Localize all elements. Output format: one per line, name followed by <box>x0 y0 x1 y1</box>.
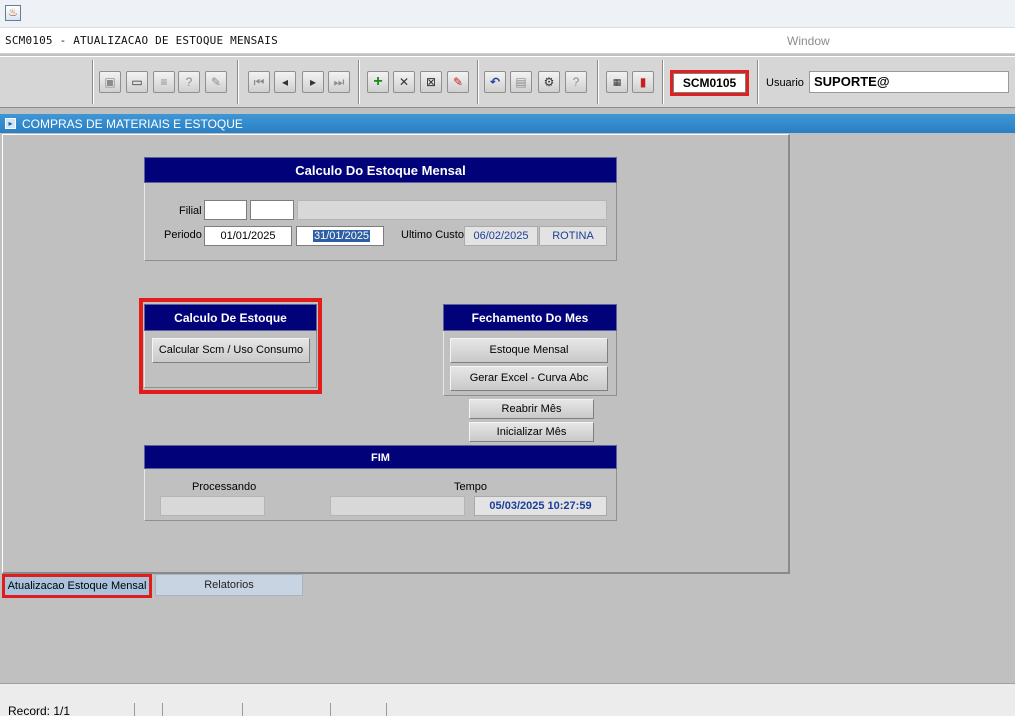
clipboard-icon[interactable]: ▤ <box>510 71 532 93</box>
menu-icon[interactable]: ▦ <box>606 71 628 93</box>
gerar-excel-curva-abc-button[interactable]: Gerar Excel - Curva Abc <box>450 366 608 391</box>
query-edit-icon[interactable]: ✎ <box>205 71 227 93</box>
last-record-icon[interactable]: ⏭ <box>328 71 350 93</box>
filial-field-2[interactable] <box>250 200 294 220</box>
delete-record-icon[interactable]: ✕ <box>393 71 415 93</box>
reabrir-mes-button[interactable]: Reabrir Mês <box>469 399 594 419</box>
periodo-fim-selected-text: 31/01/2025 <box>313 230 371 242</box>
processando-label: Processando <box>192 481 257 493</box>
tempo-field <box>330 496 465 516</box>
toolbar-separator <box>477 60 479 104</box>
status-record: Record: 1/1 <box>8 704 71 716</box>
status-separator <box>242 703 243 716</box>
status-separator <box>386 703 387 716</box>
exit-icon[interactable]: ▮ <box>632 71 654 93</box>
save-icon[interactable]: ▣ <box>99 71 121 93</box>
toolbar-separator <box>92 60 94 104</box>
filial-field-1[interactable] <box>204 200 247 220</box>
app-strip <box>0 0 1015 28</box>
filial-label: Filial <box>179 205 202 217</box>
tab-atualizacao-estoque-mensal[interactable]: Atualizacao Estoque Mensal <box>2 574 152 598</box>
fechamento-do-mes-title: Fechamento Do Mes <box>443 304 617 331</box>
module-title: COMPRAS DE MATERIAIS E ESTOQUE <box>22 117 243 131</box>
calculo-de-estoque-title: Calculo De Estoque <box>144 304 317 331</box>
module-icon: ▸ <box>5 118 16 129</box>
toolbar-separator <box>237 60 239 104</box>
calc-estoque-mensal-title: Calculo Do Estoque Mensal <box>144 157 617 183</box>
first-record-icon[interactable]: ⏮ <box>248 71 270 93</box>
prev-record-icon[interactable]: ◂ <box>274 71 296 93</box>
processando-field <box>160 496 265 516</box>
clear-icon[interactable]: ⊠ <box>420 71 442 93</box>
rotina-field: ROTINA <box>539 226 607 246</box>
periodo-label: Periodo <box>164 229 202 241</box>
status-bar <box>0 683 1015 716</box>
inicializar-mes-button[interactable]: Inicializar Mês <box>469 422 594 442</box>
edit-icon[interactable]: ✎ <box>447 71 469 93</box>
ultimo-custo-label: Ultimo Custo <box>401 229 464 241</box>
window-title: SCM0105 - ATUALIZACAO DE ESTOQUE MENSAIS <box>5 34 278 47</box>
timestamp-field: 05/03/2025 10:27:59 <box>474 496 607 516</box>
periodo-fim-field[interactable]: 31/01/2025 <box>296 226 384 246</box>
status-separator <box>330 703 331 716</box>
status-separator <box>134 703 135 716</box>
estoque-mensal-button[interactable]: Estoque Mensal <box>450 338 608 363</box>
next-record-icon[interactable]: ▸ <box>302 71 324 93</box>
filial-description-field <box>297 200 607 220</box>
calcular-scm-uso-consumo-button[interactable]: Calcular Scm / Uso Consumo <box>152 338 310 363</box>
window-menu[interactable]: Window <box>787 34 830 48</box>
ultimo-custo-field: 06/02/2025 <box>464 226 538 246</box>
print-icon[interactable]: ≡ <box>153 71 175 93</box>
tools-icon[interactable]: ⚙ <box>538 71 560 93</box>
undo-icon[interactable]: ↶ <box>484 71 506 93</box>
toolbar-separator <box>597 60 599 104</box>
insert-record-icon[interactable]: + <box>367 71 389 93</box>
usuario-field[interactable]: SUPORTE@ <box>809 71 1009 93</box>
form-code-field: SCM0105 <box>673 73 746 93</box>
usuario-label: Usuario <box>766 77 804 89</box>
toolbar-separator <box>662 60 664 104</box>
status-separator <box>162 703 163 716</box>
fim-title: FIM <box>144 445 617 469</box>
query-icon[interactable]: ? <box>178 71 200 93</box>
help-icon[interactable]: ? <box>565 71 587 93</box>
toolbar-separator <box>358 60 360 104</box>
tempo-label: Tempo <box>454 481 488 493</box>
periodo-inicio-field[interactable]: 01/01/2025 <box>204 226 292 246</box>
java-app-icon: ♨ <box>5 5 21 21</box>
toolbar-separator <box>757 60 759 104</box>
tab-relatorios[interactable]: Relatorios <box>155 574 303 596</box>
screen-icon[interactable]: ▭ <box>126 71 148 93</box>
